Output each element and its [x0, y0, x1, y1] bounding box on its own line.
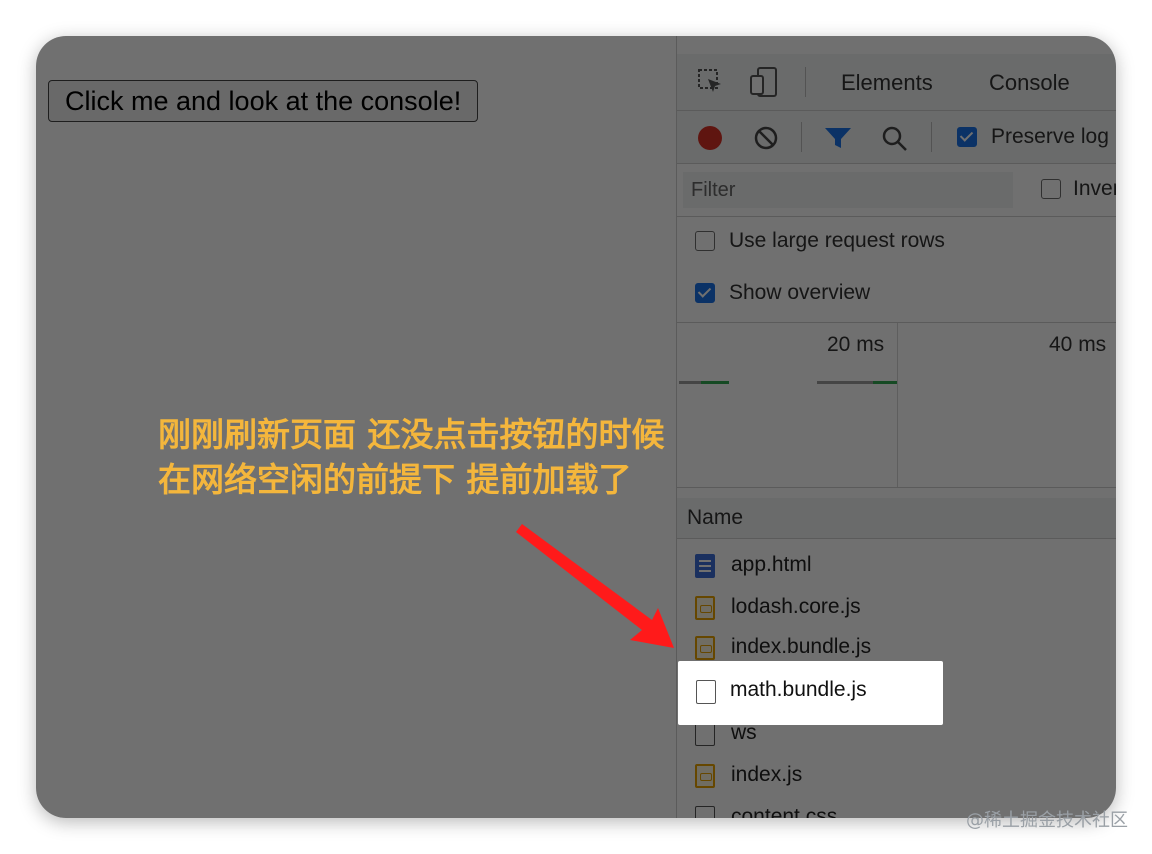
record-icon[interactable] [697, 125, 723, 156]
request-name: app.html [731, 553, 812, 576]
toolbar-separator [801, 122, 802, 152]
blank-file-icon [695, 722, 715, 746]
toolbar-separator [805, 67, 806, 97]
invert-label: Invert [1073, 177, 1116, 200]
overview-tick-20ms: 20 ms [827, 333, 885, 356]
large-rows-label: Use large request rows [729, 229, 945, 252]
request-row[interactable]: lodash.core.js [677, 588, 1116, 628]
filter-icon[interactable] [823, 125, 853, 156]
invert-checkbox[interactable] [1041, 179, 1061, 199]
annotation-line-2: 在网络空闲的前提下 提前加载了 [158, 460, 632, 499]
request-name: lodash.core.js [731, 595, 861, 618]
clear-icon[interactable] [753, 125, 779, 156]
annotation-line-1: 刚刚刷新页面 还没点击按钮的时候 [158, 415, 665, 454]
annotation-text: 刚刚刷新页面 还没点击按钮的时候 在网络空闲的前提下 提前加载了 [158, 412, 665, 502]
red-arrow-icon [516, 524, 674, 648]
highlighted-request-row[interactable]: math.bundle.js [678, 661, 943, 725]
device-toolbar-icon[interactable] [749, 66, 779, 103]
inspect-element-icon[interactable] [697, 68, 725, 101]
devtools-tabbar: Elements Console [677, 54, 1116, 111]
show-overview-checkbox[interactable] [695, 283, 715, 303]
overview-gridline [897, 323, 898, 487]
request-name: index.js [731, 763, 803, 786]
show-overview-label: Show overview [729, 281, 871, 304]
blank-file-icon [695, 806, 715, 818]
overview-request-bar [679, 381, 701, 384]
request-name: index.bundle.js [731, 635, 872, 658]
tab-console[interactable]: Console [989, 70, 1070, 96]
overview-request-bar [701, 381, 729, 384]
click-me-button[interactable]: Click me and look at the console! [48, 80, 479, 122]
requests-table-header[interactable]: Name [677, 498, 1116, 539]
script-icon [695, 636, 715, 660]
network-options: Use large request rows Show overview [677, 217, 1116, 321]
network-toolbar: Preserve log [677, 111, 1116, 164]
script-icon [695, 764, 715, 788]
preserve-log-checkbox[interactable] [957, 127, 977, 147]
overview-request-bar [873, 381, 897, 384]
highlighted-request-name: math.bundle.js [730, 678, 867, 701]
toolbar-separator [931, 122, 932, 152]
overview-tick-40ms: 40 ms [1049, 333, 1107, 356]
tab-elements[interactable]: Elements [841, 70, 933, 96]
name-column-header[interactable]: Name [687, 506, 743, 530]
large-rows-checkbox[interactable] [695, 231, 715, 251]
search-icon[interactable] [881, 125, 909, 158]
overview-request-bar [817, 381, 873, 384]
filter-input[interactable] [683, 172, 1013, 208]
watermark: @稀土掘金技术社区 [966, 810, 1128, 831]
blank-file-icon [696, 680, 716, 704]
network-overview: 20 ms 40 ms [677, 322, 1116, 488]
screenshot-window: Click me and look at the console! Elemen… [36, 36, 1116, 818]
request-name: content.css [731, 805, 838, 818]
request-row[interactable]: app.html [677, 546, 1116, 586]
filter-bar: Invert [677, 164, 1116, 217]
document-icon [695, 554, 715, 578]
request-row[interactable]: index.js [677, 756, 1116, 796]
script-icon [695, 596, 715, 620]
preserve-log-label: Preserve log [991, 125, 1109, 148]
